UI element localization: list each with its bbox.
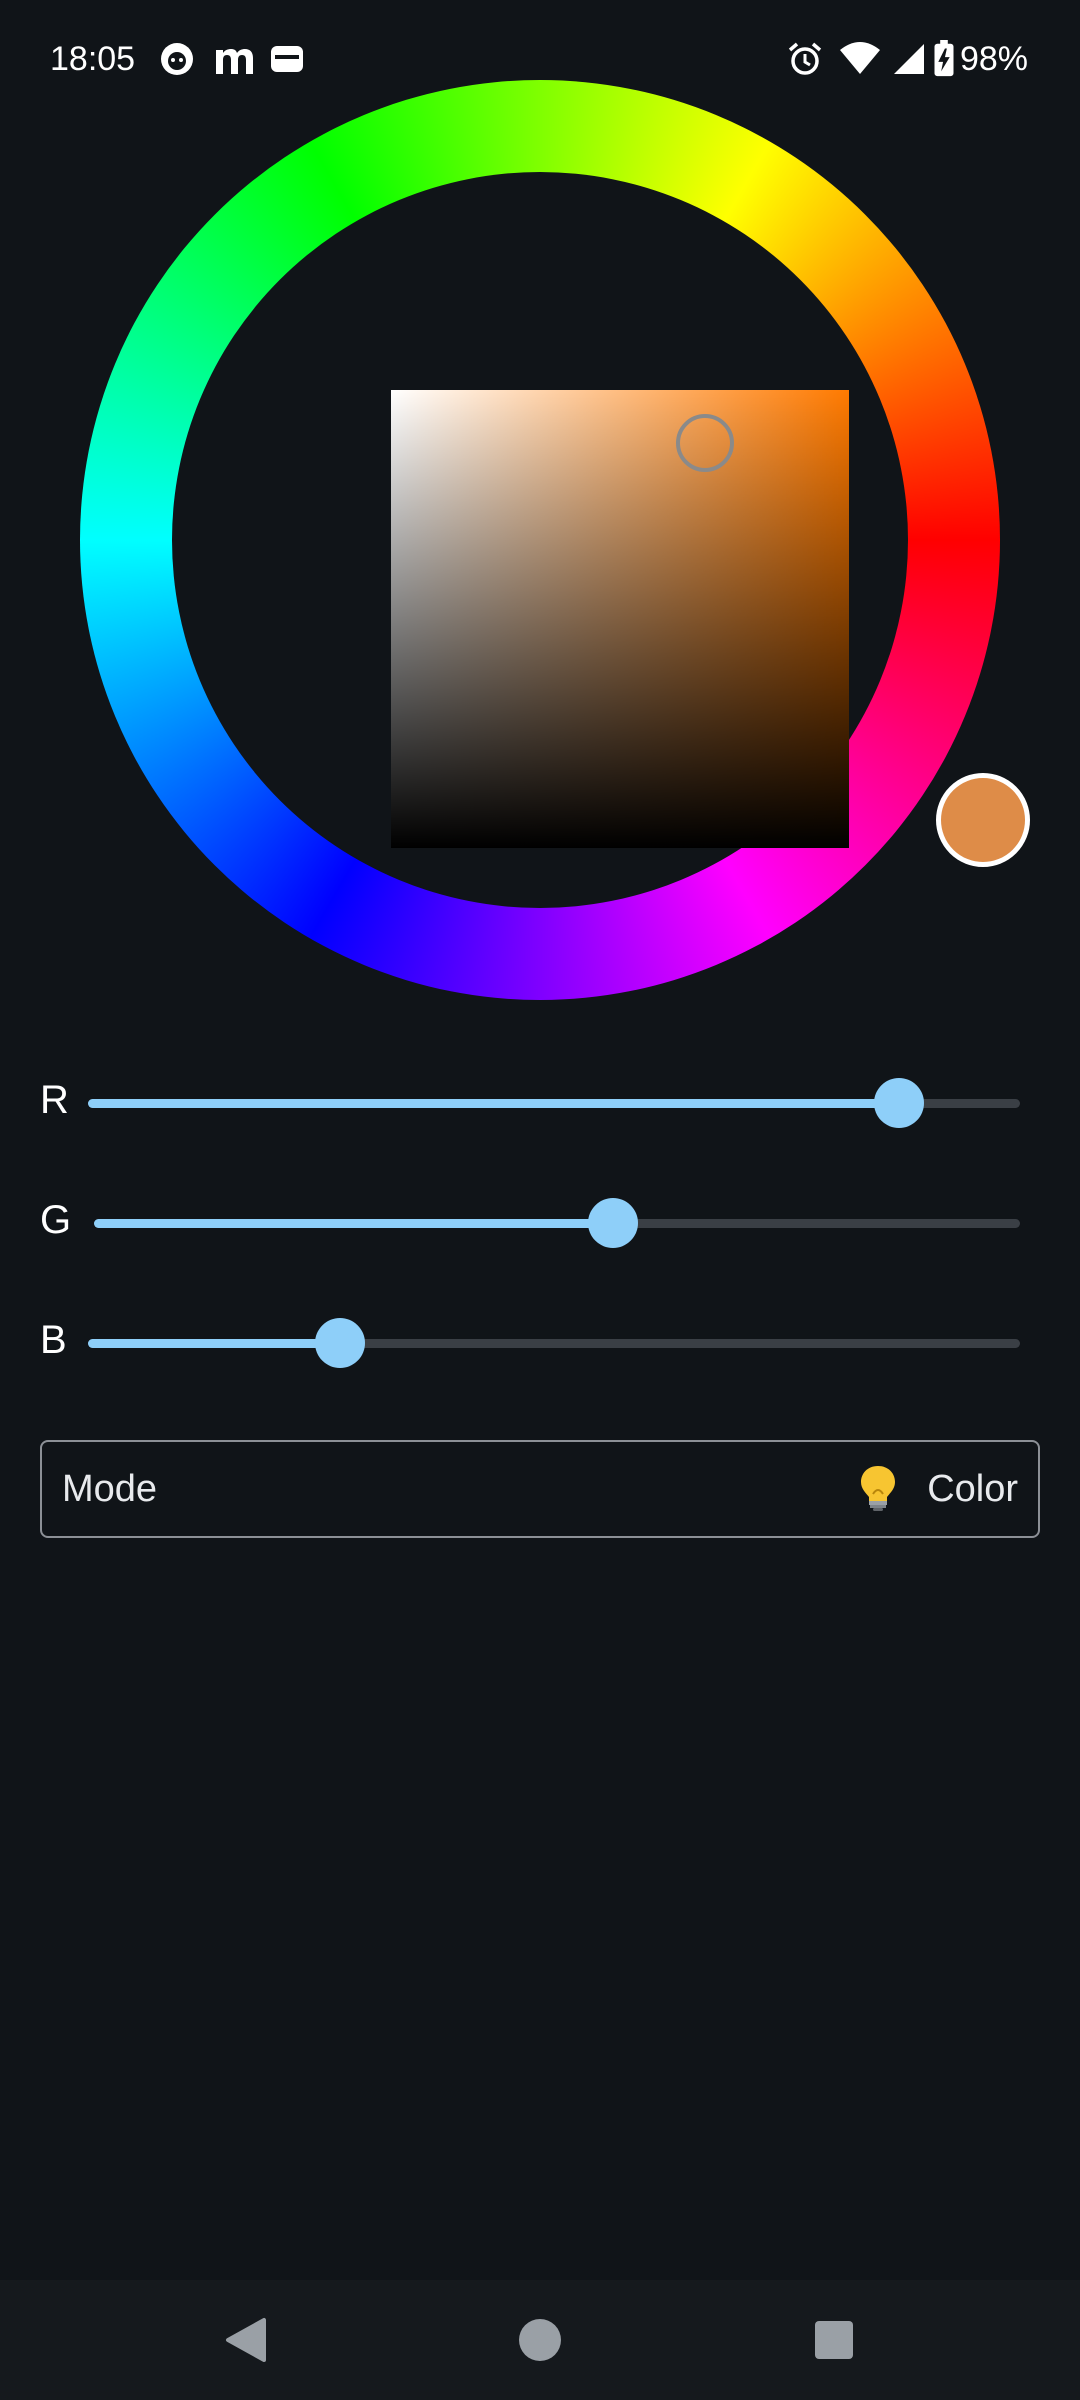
navigation-bar xyxy=(0,2280,1080,2400)
red-fill xyxy=(88,1099,899,1108)
blue-track[interactable] xyxy=(88,1318,1020,1368)
red-track[interactable] xyxy=(88,1078,1020,1128)
battery-charging-icon xyxy=(934,40,954,77)
slider-green: G xyxy=(0,1192,1080,1252)
slider-label-g: G xyxy=(40,1198,72,1242)
battery-percent: 98% xyxy=(959,40,1028,78)
slider-label-r: R xyxy=(40,1078,69,1122)
signal-icon xyxy=(894,44,924,74)
green-track[interactable] xyxy=(94,1198,1020,1248)
color-wheel[interactable] xyxy=(80,80,1030,1000)
mode-value: Color xyxy=(927,1468,1018,1510)
cat-notification-icon xyxy=(161,43,193,75)
slider-blue: B xyxy=(0,1312,1080,1372)
mode-label: Mode xyxy=(62,1468,158,1510)
green-thumb[interactable] xyxy=(587,1198,638,1248)
blue-thumb[interactable] xyxy=(314,1318,365,1368)
saturation-value-square[interactable] xyxy=(391,390,849,848)
back-icon[interactable] xyxy=(218,2312,274,2368)
m-app-icon xyxy=(216,49,253,74)
hue-handle[interactable] xyxy=(936,773,1030,867)
mode-selector[interactable]: Mode Color xyxy=(40,1440,1040,1538)
wallet-icon xyxy=(271,46,303,72)
saturation-value-cursor[interactable] xyxy=(676,414,734,472)
home-icon[interactable] xyxy=(512,2312,568,2368)
blue-fill xyxy=(88,1339,340,1348)
recents-icon[interactable] xyxy=(806,2312,862,2368)
wifi-icon xyxy=(840,42,880,74)
alarm-icon xyxy=(788,42,822,75)
slider-label-b: B xyxy=(40,1318,67,1362)
status-time: 18:05 xyxy=(50,40,136,78)
green-fill xyxy=(94,1219,613,1228)
lightbulb-icon xyxy=(861,1466,895,1511)
slider-red: R xyxy=(0,1072,1080,1132)
red-thumb[interactable] xyxy=(873,1078,924,1128)
